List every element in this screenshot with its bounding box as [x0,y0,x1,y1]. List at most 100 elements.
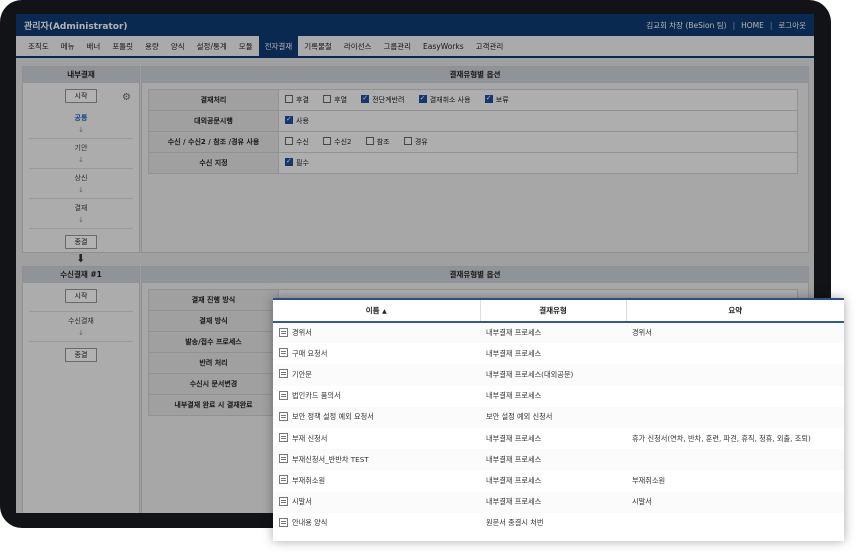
logout-link[interactable]: 로그아웃 [778,20,806,31]
option-row: 수신 지정 필수 [148,152,798,174]
table-row[interactable]: 부재신청서_반반차 TEST 내부결재 프로세스 [273,449,844,471]
column-header-name[interactable]: 이름 ▲ [273,300,481,323]
start-button[interactable]: 시작 [65,289,97,303]
column-header-summary[interactable]: 요약 [626,300,844,323]
sort-asc-icon: ▲ [382,308,387,315]
user-menu: 김교회 차장 (BeSion 팀) | HOME | 로그아웃 [646,20,806,31]
option-checkbox[interactable]: 참조 [365,137,390,146]
table-row[interactable]: 법인카드 품의서 내부결재 프로세스 [273,386,844,407]
checkbox-checked-icon [484,94,493,103]
table-row[interactable]: 안내용 양식 원문서 종결시 처번 [273,513,844,534]
option-checkbox[interactable]: 전단계반려 [361,94,404,104]
option-row: 결재처리 후결 후열 전단계반려 결재취소 사용 보류 [148,89,798,111]
step-draft[interactable]: 기안 [23,141,139,155]
checkbox-icon [323,95,332,103]
option-checkbox[interactable]: 결재취소 사용 [418,94,471,104]
option-label: 내부결재 완료 시 결재완료 [148,394,279,416]
option-checkbox[interactable]: 수신 [285,137,309,146]
document-edit-icon [279,369,288,379]
arrow-down-icon: ↓ [78,156,84,164]
column-header-type[interactable]: 결재유형 [480,300,627,323]
option-checkbox[interactable]: 사용 [285,115,309,125]
form-list-popup: 이름 ▲ 결재유형 요약 경위서 내부결재 프로세스 경위서 구매 요청서 내부결재 … [273,298,844,541]
option-label: 결재 진행 방식 [148,289,279,311]
option-label: 결재처리 [148,89,279,111]
document-edit-icon [279,348,288,358]
home-link[interactable]: HOME [741,21,764,30]
flow-panel-internal: 내부결재 시작 ⚙ 공통 ↓ 기안 ↓ 상신 ↓ 결재 ↓ 종결 [22,66,140,253]
main-tabs: 조직도 메뉴 배너 포틀릿 용량 양식 설정/통계 모듈 전자결재 기록물철 라… [16,36,814,58]
step-approve[interactable]: 결재 [23,201,139,215]
options-header: 결재유형별 옵션 [142,267,808,283]
end-button[interactable]: 종결 [65,348,97,362]
gear-icon[interactable]: ⚙ [122,92,131,103]
option-row: 대외공문시행 사용 [148,110,798,132]
app-title: 관리자(Administrator) [24,22,128,32]
flow-header: 수신결재 #1 [23,267,139,283]
document-edit-icon [279,327,288,337]
step-receive[interactable]: 수신결재 [23,314,139,328]
document-edit-icon [279,433,288,443]
document-edit-icon [279,496,288,506]
option-checkbox[interactable]: 경유 [403,137,428,146]
option-checkbox[interactable]: 수신2 [323,137,351,146]
options-table: 결재처리 후결 후열 전단계반려 결재취소 사용 보류 대외공문시행 사용 수신… [148,89,798,174]
tab-org[interactable]: 조직도 [22,36,55,56]
option-checkbox[interactable]: 보류 [484,94,509,104]
checkbox-icon [403,137,412,145]
document-edit-icon [279,390,288,400]
arrow-down-icon: ↓ [78,216,84,224]
top-bar: 관리자(Administrator) 김교회 차장 (BeSion 팀) | H… [16,14,814,36]
option-label: 대외공문시행 [148,110,279,132]
table-row[interactable]: 기안문 내부결재 프로세스(대외공문) [273,364,844,386]
tab-menu[interactable]: 메뉴 [55,36,81,56]
arrow-down-icon: ↓ [78,186,84,194]
tab-records[interactable]: 기록물철 [298,36,338,56]
step-common[interactable]: 공통 [23,111,139,125]
step-submit[interactable]: 상신 [23,171,139,185]
table-row[interactable]: 보안 정책 설정 예외 요청서 보안 설정 예외 신청서 [273,406,844,428]
tab-settings[interactable]: 설정/통계 [191,36,233,56]
table-row[interactable]: 경위서 내부결재 프로세스 경위서 [273,322,844,344]
tab-group[interactable]: 그룹관리 [377,36,417,56]
option-checkbox[interactable]: 후결 [285,95,309,104]
start-button[interactable]: 시작 [65,89,97,103]
end-button[interactable]: 종결 [65,235,97,249]
checkbox-icon [365,137,374,145]
tab-customer[interactable]: 고객관리 [470,36,510,56]
tab-approval[interactable]: 전자결재 [258,36,299,56]
option-label: 수신시 문서변경 [148,373,279,395]
flow-header: 내부결재 [23,67,139,83]
table-row[interactable]: 시말서 내부결재 프로세스 시말서 [273,491,844,513]
tab-form[interactable]: 양식 [165,36,191,56]
tab-license[interactable]: 라이선스 [338,36,378,56]
user-name: 김교회 차장 (BeSion 팀) [646,21,727,30]
tab-portlet[interactable]: 포틀릿 [106,36,139,56]
option-checkbox[interactable]: 필수 [285,157,309,167]
tab-banner[interactable]: 배너 [81,36,107,56]
option-label: 발송/접수 프로세스 [148,331,279,353]
option-label: 결재 방식 [148,310,279,332]
checkbox-icon [323,137,332,145]
options-header: 결재유형별 옵션 [142,67,808,83]
checkbox-checked-icon [285,115,293,124]
tab-capacity[interactable]: 용량 [139,36,165,56]
form-list-table: 이름 ▲ 결재유형 요약 경위서 내부결재 프로세스 경위서 구매 요청서 내부결재 … [273,300,844,534]
tab-module[interactable]: 모듈 [233,36,259,56]
arrow-down-icon: ↓ [78,126,84,134]
tab-easyworks[interactable]: EasyWorks [417,36,470,56]
arrow-down-icon: ⬇ [76,252,86,265]
table-row[interactable]: 부재 신청서 내부결재 프로세스 휴가 신청서(연차, 반차, 훈련, 파견, 휴직… [273,428,844,449]
option-label: 반려 처리 [148,352,279,374]
checkbox-checked-icon [361,94,370,103]
checkbox-checked-icon [285,157,293,166]
document-edit-icon [279,411,288,421]
flow-panel-receive: 수신결재 #1 시작 수신결재 ↓ 종결 [22,266,140,513]
checkbox-icon [285,95,293,103]
option-label: 수신 지정 [148,152,279,174]
table-row[interactable]: 부재취소원 내부결재 프로세스 부재취소원 [273,470,844,491]
document-edit-icon [279,475,288,485]
option-checkbox[interactable]: 후열 [323,95,347,104]
table-header-row: 이름 ▲ 결재유형 요약 [273,300,844,323]
table-row[interactable]: 구매 요청서 내부결재 프로세스 [273,343,844,364]
